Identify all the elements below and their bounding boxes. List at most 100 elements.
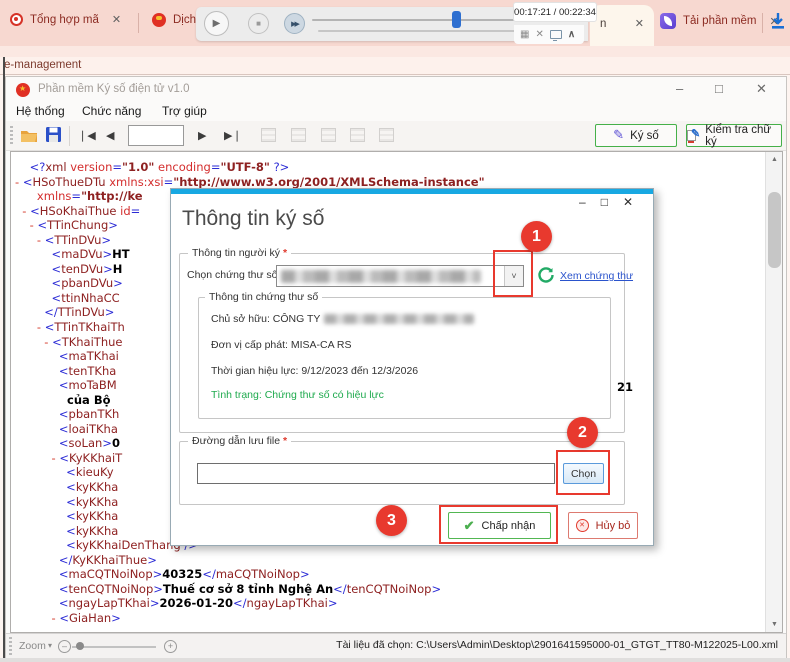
xml-line: <?xml version="1.0" encoding="UTF-8" ?> — [15, 160, 485, 175]
cert-owner-text: Chủ sở hữu: CÔNG TY — [211, 313, 320, 325]
page-number-input[interactable] — [128, 125, 184, 146]
verify-signature-button[interactable]: ✎ Kiểm tra chữ ký — [686, 124, 782, 147]
pen-icon: ✎ — [613, 128, 624, 141]
signer-group-label: Thông tin người ký — [192, 247, 280, 259]
menu-item-he-thong[interactable]: Hệ thống — [16, 104, 65, 118]
cancel-circle-x-icon: ✕ — [576, 519, 589, 532]
tab-tai-phan-mem[interactable]: Tải phần mềm ✕ — [660, 13, 779, 29]
media-time: 00:17:21 / 00:22:34 — [513, 2, 597, 22]
close-icon[interactable]: ✕ — [535, 30, 543, 40]
chevron-up-icon[interactable]: ∧ — [568, 30, 575, 40]
xml-line: - <HSoThueDTu xmlns:xsi="http://www.w3.o… — [15, 175, 485, 190]
plus-icon: + — [168, 642, 173, 651]
save-icon[interactable] — [46, 127, 61, 142]
toolbar: ❘◀ ◀ ▶ ▶❘ ✎ Ký số ✎ Kiểm tra chữ ký — [6, 121, 786, 151]
dialog-maximize-button[interactable]: □ — [601, 195, 608, 209]
nav-next-button[interactable]: ▶ — [198, 129, 206, 142]
window-bottom-edge — [0, 658, 790, 662]
url-hint-text: e-management — [4, 59, 81, 71]
view-layout-icon-3[interactable] — [321, 128, 336, 142]
zoom-out-button[interactable]: – — [58, 640, 71, 653]
xml-line: </KyKKhaiThue> — [15, 553, 485, 568]
scroll-down-icon[interactable]: ▼ — [766, 621, 783, 628]
app-close-button[interactable]: ✕ — [756, 81, 767, 97]
play-button[interactable]: ▶ — [204, 11, 229, 36]
media-secondary-track[interactable] — [318, 30, 523, 32]
grid-icon[interactable]: ▦ — [520, 30, 529, 40]
purple-app-favicon — [660, 13, 676, 29]
cert-select-label: Chọn chứng thư số: — [187, 269, 280, 281]
app-maximize-button[interactable]: □ — [715, 81, 723, 96]
view-layout-icon-2[interactable] — [291, 128, 306, 142]
toolbar-grip — [10, 126, 13, 146]
xml-line: <tenCQTNoiNop>Thuế cơ sở 8 tỉnh Nghệ An<… — [15, 582, 485, 597]
certificate-combobox[interactable]: ˅ — [276, 265, 524, 287]
download-icon[interactable] — [770, 12, 786, 30]
open-file-icon[interactable] — [20, 127, 38, 143]
emblem-favicon — [152, 13, 166, 27]
highlight-rect-accept-button — [439, 505, 558, 544]
vertical-scrollbar[interactable]: ▲ ▼ — [765, 152, 782, 632]
dialog-minimize-button[interactable]: – — [579, 195, 586, 209]
tab-active[interactable]: n ✕ — [590, 5, 654, 46]
sign-button[interactable]: ✎ Ký số — [595, 124, 677, 147]
tab-label: Tải phần mềm — [683, 15, 757, 27]
xml-line: <maCQTNoiNop>40325</maCQTNoiNop> — [15, 567, 485, 582]
stop-button[interactable]: ■ — [248, 13, 269, 34]
app-title-bar[interactable]: Phần mềm Ký số điện tử v1.0 – □ ✕ — [6, 77, 786, 103]
zoom-caret-icon[interactable]: ▾ — [48, 641, 52, 650]
screen: Tổng hợp mã ✕ Dịch Vụ Côn n ✕ ▶ ■ ▶▶ 00:… — [0, 0, 790, 662]
view-certificate-link[interactable]: Xem chứng thư — [560, 270, 633, 282]
tab-label: n — [600, 18, 606, 30]
app-title: Phần mềm Ký số điện tử v1.0 — [38, 83, 190, 95]
refresh-icon[interactable] — [537, 266, 555, 284]
fast-forward-button[interactable]: ▶▶ — [284, 13, 305, 34]
media-mini-toolbar: ▦ ✕ ∧ — [514, 25, 584, 44]
browser-toolbar-strip — [0, 46, 790, 57]
dialog-close-button[interactable]: ✕ — [623, 195, 633, 209]
app-minimize-button[interactable]: – — [676, 81, 683, 96]
tab-close-icon[interactable]: ✕ — [635, 17, 644, 30]
tab-close-icon[interactable]: ✕ — [112, 13, 121, 26]
tab-divider — [762, 13, 763, 33]
nav-first-button[interactable]: ❘◀ — [78, 129, 96, 142]
step-badge-2: 2 — [567, 417, 598, 448]
scrollbar-thumb[interactable] — [768, 192, 781, 268]
cert-validity-line: Thời gian hiệu lực: 9/12/2023 đến 12/3/2… — [211, 365, 418, 377]
toolbar-divider — [69, 126, 70, 146]
media-slider-handle[interactable] — [452, 11, 461, 28]
dialog-title: Thông tin ký số — [182, 207, 324, 231]
menu-item-chuc-nang[interactable]: Chức năng — [82, 104, 141, 118]
menu-item-tro-giup[interactable]: Trợ giúp — [162, 104, 207, 118]
verify-signature-icon: ✎ — [687, 129, 699, 142]
minus-icon: – — [62, 642, 67, 651]
statusbar-grip — [9, 637, 12, 655]
zoom-slider-handle[interactable] — [76, 642, 84, 650]
scroll-up-icon[interactable]: ▲ — [766, 156, 783, 163]
xml-line: <ngayLapTKhai>2026-01-20</ngayLapTKhai> — [15, 596, 485, 611]
tab-tong-hop-ma[interactable]: Tổng hợp mã ✕ — [10, 13, 121, 26]
cert-status-line: Tình trạng: Chứng thư số có hiệu lực — [211, 389, 384, 401]
save-path-input[interactable] — [197, 463, 555, 484]
signer-group-legend: Thông tin người ký * — [188, 247, 291, 259]
zoom-slider-track[interactable] — [72, 646, 156, 648]
highlight-rect-browse-button — [556, 450, 610, 495]
monitor-icon[interactable] — [550, 30, 562, 39]
app-emblem-icon — [16, 83, 30, 97]
step-badge-1: 1 — [521, 221, 552, 252]
xml-line: - <GiaHan> — [15, 611, 485, 626]
required-asterisk: * — [283, 247, 287, 259]
nav-prev-button[interactable]: ◀ — [106, 129, 114, 142]
xml-fragment-right: 21 — [617, 380, 633, 394]
view-layout-icon-1[interactable] — [261, 128, 276, 142]
selected-document-path: Tài liệu đã chọn: C:\Users\Admin\Desktop… — [336, 639, 778, 651]
view-layout-icon-4[interactable] — [350, 128, 365, 142]
zoom-in-button[interactable]: + — [164, 640, 177, 653]
nav-last-button[interactable]: ▶❘ — [224, 129, 242, 142]
cancel-button[interactable]: ✕ Hủy bỏ — [568, 512, 638, 539]
verify-button-label: Kiểm tra chữ ký — [705, 124, 781, 148]
dialog-window-controls: – □ ✕ — [579, 195, 633, 209]
blurred-certificate-text — [281, 270, 481, 283]
view-layout-icon-5[interactable] — [379, 128, 394, 142]
path-group-label: Đường dẫn lưu file — [192, 435, 280, 447]
